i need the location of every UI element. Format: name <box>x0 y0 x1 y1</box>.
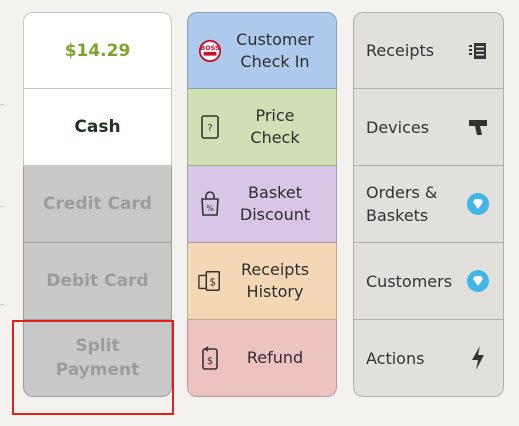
svg-text:?: ? <box>207 123 212 134</box>
diamond-icon <box>465 268 491 294</box>
menu-column: Receipts Devices Orders & Baskets Custom… <box>353 12 504 397</box>
edge-tick <box>0 104 4 105</box>
basket-discount-button[interactable]: % Basket Discount <box>187 166 337 243</box>
price-tag-icon: ? <box>198 112 222 142</box>
credit-card-label: Credit Card <box>43 194 152 214</box>
diamond-icon <box>465 191 491 217</box>
scanner-icon <box>465 114 491 140</box>
devices-menu-label: Devices <box>366 117 430 137</box>
refund-label: Refund <box>246 348 304 367</box>
svg-text:%: % <box>206 204 214 213</box>
basket-discount-label: Basket Discount <box>239 183 311 224</box>
receipt-icon <box>465 38 491 64</box>
devices-menu-button[interactable]: Devices <box>353 89 504 166</box>
svg-text:$: $ <box>207 356 213 367</box>
price-check-label: Price Check <box>250 106 300 147</box>
amount-due-label: $14.29 <box>64 40 131 61</box>
refund-button[interactable]: $ Refund <box>187 320 337 397</box>
receipts-history-button[interactable]: $ Receipts History <box>187 243 337 320</box>
svg-text:$: $ <box>210 278 216 289</box>
debit-card-button[interactable]: Debit Card <box>23 243 172 320</box>
amount-due-button[interactable]: $14.29 <box>23 12 172 89</box>
split-payment-label: Split Payment <box>55 336 140 380</box>
cash-payment-button[interactable]: Cash <box>23 89 172 166</box>
discount-bag-icon: % <box>198 189 222 219</box>
receipt-money-icon: $ <box>198 266 222 296</box>
customers-menu-label: Customers <box>366 271 453 291</box>
credit-card-button[interactable]: Credit Card <box>23 166 172 243</box>
actions-column: BOSS Customer Check In ? Price Check % B… <box>187 12 337 397</box>
orders-baskets-menu-label: Orders & Baskets <box>366 183 438 225</box>
receipts-menu-label: Receipts <box>366 41 435 60</box>
debit-card-label: Debit Card <box>46 271 149 291</box>
customer-check-in-button[interactable]: BOSS Customer Check In <box>187 12 337 89</box>
boss-club-icon: BOSS <box>198 36 222 66</box>
refund-icon: $ <box>198 343 222 373</box>
split-payment-button[interactable]: Split Payment <box>23 320 172 397</box>
svg-text:BOSS: BOSS <box>200 44 220 52</box>
customers-menu-button[interactable]: Customers <box>353 243 504 320</box>
customer-check-in-label: Customer Check In <box>236 29 314 71</box>
receipts-history-label: Receipts History <box>240 260 310 301</box>
payment-methods-column: $14.29 Cash Credit Card Debit Card Split… <box>23 12 172 397</box>
actions-menu-label: Actions <box>366 348 425 368</box>
edge-tick <box>0 304 4 305</box>
orders-baskets-menu-button[interactable]: Orders & Baskets <box>353 166 504 243</box>
lightning-icon <box>465 345 491 371</box>
edge-tick <box>0 206 4 207</box>
actions-menu-button[interactable]: Actions <box>353 320 504 397</box>
receipts-menu-button[interactable]: Receipts <box>353 12 504 89</box>
cash-label: Cash <box>74 117 121 137</box>
price-check-button[interactable]: ? Price Check <box>187 89 337 166</box>
